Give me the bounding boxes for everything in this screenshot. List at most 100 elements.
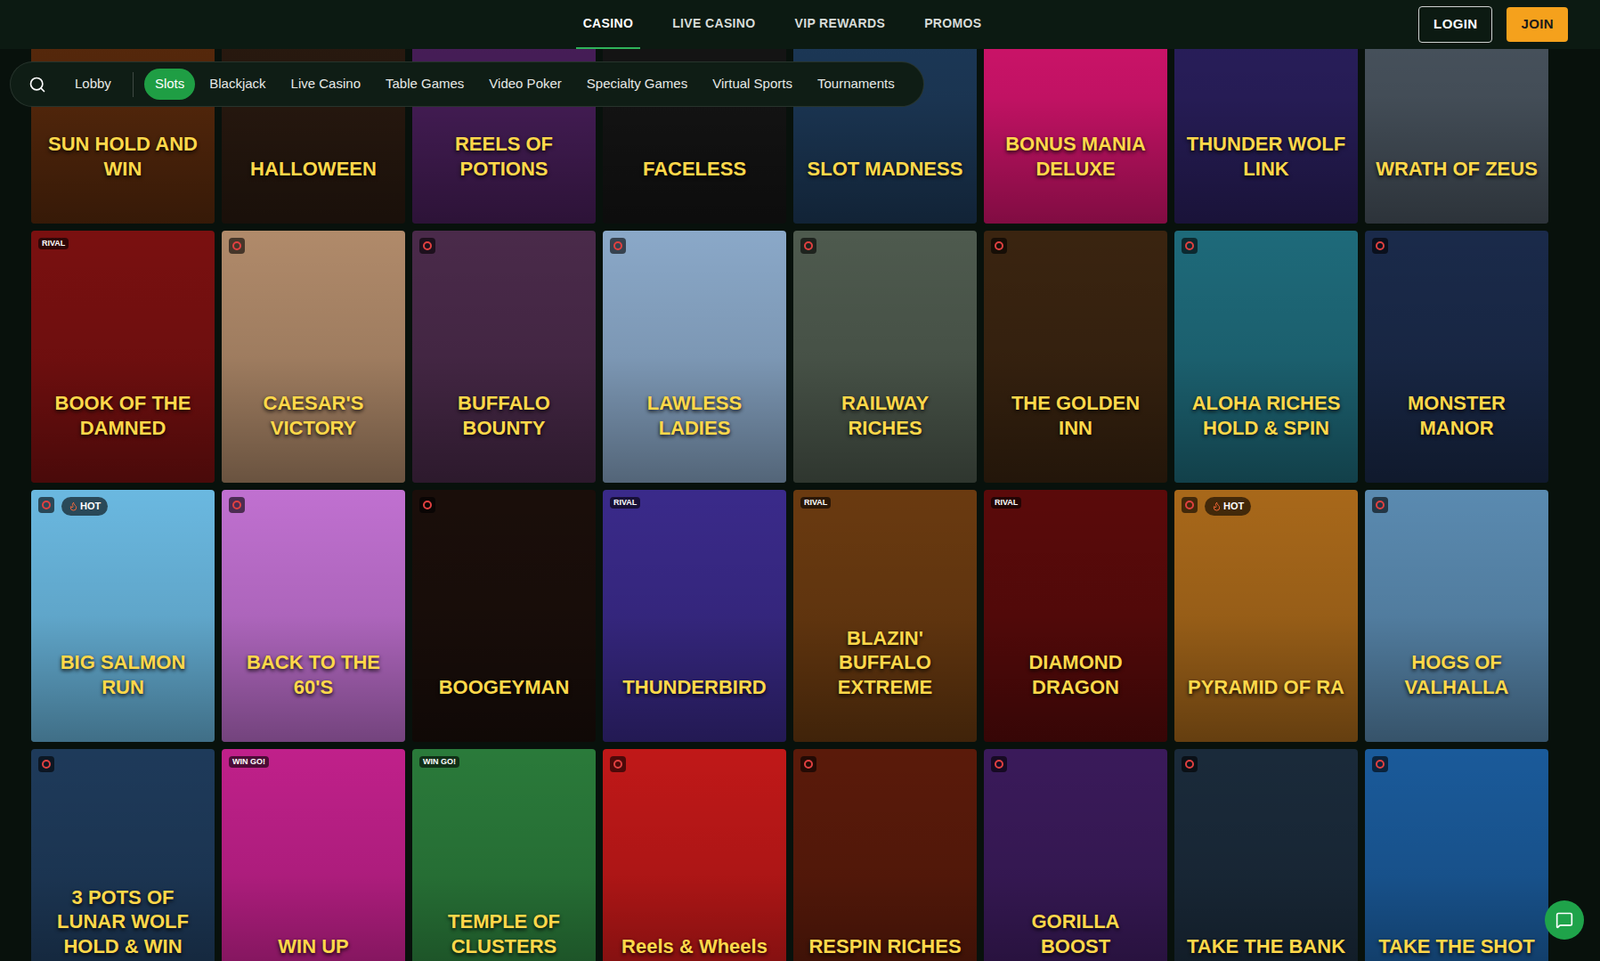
tile-title-area: BACK TO THE 60'S — [221, 489, 406, 742]
tile-title-area: BLAZIN' BUFFALO EXTREME — [793, 489, 977, 742]
game-title: SUN HOLD AND WIN — [41, 131, 204, 181]
tile-shade — [1364, 748, 1549, 961]
provider-logo-icon — [609, 237, 626, 254]
login-button[interactable]: LOGIN — [1418, 6, 1493, 43]
game-tile[interactable]: TAKE THE BANK — [1174, 748, 1358, 961]
provider-logo-icon — [38, 496, 55, 513]
tile-title-area: LAWLESS LADIES — [602, 230, 787, 483]
filter-tab[interactable]: Virtual Sports — [701, 68, 804, 100]
join-button[interactable]: JOIN — [1506, 7, 1568, 42]
tile-shade — [1364, 48, 1549, 224]
filter-tab[interactable]: Specialty Games — [576, 68, 699, 100]
game-title: THUNDER WOLF LINK — [1185, 131, 1348, 181]
game-tile[interactable]: RESPIN RICHES — [793, 748, 977, 961]
game-tile[interactable]: TAKE THE SHOT — [1364, 748, 1549, 961]
hot-badge: HOT — [61, 496, 108, 516]
game-title: BLAZIN' BUFFALO EXTREME — [804, 625, 967, 700]
game-tile[interactable]: BUFFALO BOUNTY — [412, 230, 596, 483]
flame-icon — [1211, 501, 1222, 512]
tile-title-area: GORILLA BOOST — [983, 748, 1168, 961]
game-tile[interactable]: WRATH OF ZEUS — [1364, 48, 1549, 224]
tile-title-area: BIG SALMON RUN — [31, 489, 215, 742]
casino-page: CASINO LIVE CASINO VIP REWARDS PROMOS LOGIN J… — [0, 0, 1600, 961]
game-title: PYRAMID OF RA — [1187, 674, 1345, 700]
tile-shade — [793, 489, 977, 742]
game-title: BONUS MANIA DELUXE — [994, 131, 1157, 181]
game-tile[interactable]: HOGS OF VALHALLA — [1364, 489, 1549, 742]
provider-logo-icon — [990, 237, 1008, 254]
game-title: CAESAR'S VICTORY — [232, 390, 395, 440]
chat-icon — [1555, 910, 1574, 929]
tile-shade — [1174, 230, 1358, 483]
game-tile[interactable]: CAESAR'S VICTORY — [221, 230, 406, 483]
top-nav: CASINO LIVE CASINO VIP REWARDS PROMOS LOGIN J… — [0, 0, 1600, 49]
filter-tab[interactable]: Live Casino — [280, 68, 372, 100]
game-tile[interactable]: TEMPLE OF CLUSTERSWIN GO! — [412, 748, 596, 961]
game-title: TAKE THE BANK — [1186, 934, 1346, 959]
game-title: 3 POTS OF LUNAR WOLF HOLD & WIN — [41, 885, 204, 959]
game-tile[interactable]: Reels & Wheels — [602, 748, 787, 961]
game-title: WIN UP — [277, 934, 349, 959]
nav-link[interactable]: PROMOS — [917, 0, 989, 49]
filter-tab[interactable]: Blackjack — [198, 68, 277, 100]
provider-logo-icon — [1372, 237, 1389, 254]
game-title: HALLOWEEN — [250, 156, 377, 182]
nav-link[interactable]: CASINO — [576, 0, 642, 49]
game-title: WRATH OF ZEUS — [1375, 156, 1538, 182]
game-tile[interactable]: THUNDER WOLF LINK — [1174, 48, 1358, 224]
game-tile[interactable]: LAWLESS LADIES — [602, 230, 787, 483]
game-tile[interactable]: MONSTER MANOR — [1364, 230, 1549, 483]
chat-button[interactable] — [1544, 900, 1584, 940]
filter-tab[interactable]: Slots — [144, 68, 195, 100]
filter-tab[interactable]: Table Games — [374, 68, 475, 100]
game-tile[interactable]: WIN UPWIN GO! — [221, 748, 406, 961]
game-tile[interactable]: DIAMOND DRAGONRIVAL — [983, 489, 1168, 742]
game-grid: SUN HOLD AND WINHALLOWEENREELS OF POTION… — [31, 48, 1549, 961]
provider-logo-icon — [800, 237, 817, 254]
game-tile[interactable]: PYRAMID OF RAHOT — [1174, 489, 1358, 742]
game-title: BUFFALO BOUNTY — [422, 390, 585, 440]
tile-title-area: Reels & Wheels — [602, 748, 787, 961]
provider-badge: RIVAL — [990, 496, 1022, 509]
provider-logo-icon — [228, 237, 245, 254]
nav-link[interactable]: VIP REWARDS — [787, 0, 894, 49]
game-tile[interactable]: BOOGEYMAN — [412, 489, 596, 742]
search-icon[interactable] — [28, 75, 47, 94]
game-title: THE GOLDEN INN — [994, 390, 1157, 440]
provider-logo-icon — [38, 755, 55, 772]
game-tile[interactable]: BIG SALMON RUNHOT — [31, 489, 215, 742]
game-tile[interactable]: THE GOLDEN INN — [983, 230, 1168, 483]
game-tile[interactable]: BACK TO THE 60'S — [221, 489, 406, 742]
game-tile[interactable]: 3 POTS OF LUNAR WOLF HOLD & WIN — [31, 748, 215, 961]
tile-title-area: ALOHA RICHES HOLD & SPIN — [1174, 230, 1358, 483]
game-tile[interactable]: BOOK OF THE DAMNEDRIVAL — [31, 230, 215, 483]
game-tile[interactable]: RAILWAY RICHES — [793, 230, 977, 483]
game-title: FACELESS — [642, 156, 747, 182]
nav-link[interactable]: LIVE CASINO — [665, 0, 763, 49]
tile-title-area: HOGS OF VALHALLA — [1364, 489, 1549, 742]
tile-title-area: BOOGEYMAN — [412, 489, 596, 742]
filter-tab[interactable]: Tournaments — [806, 68, 906, 100]
provider-logo-icon — [1181, 496, 1198, 513]
provider-badge: RIVAL — [800, 496, 831, 509]
game-tile[interactable]: BLAZIN' BUFFALO EXTREME RIVAL — [793, 489, 977, 742]
provider-logo-icon — [1372, 496, 1389, 513]
filter-tab[interactable]: Video Poker — [478, 68, 572, 100]
tile-shade — [983, 230, 1168, 483]
game-tile[interactable]: BONUS MANIA DELUXE — [983, 48, 1168, 224]
tile-shade — [31, 489, 215, 742]
tile-title-area: RESPIN RICHES — [793, 748, 977, 961]
game-tile[interactable]: THUNDERBIRDRIVAL — [602, 489, 787, 742]
game-tile[interactable]: GORILLA BOOST — [983, 748, 1168, 961]
provider-badge: RIVAL — [609, 496, 641, 509]
tile-title-area: TEMPLE OF CLUSTERS — [412, 748, 596, 961]
filter-tab[interactable]: Lobby — [64, 68, 122, 100]
tile-shade — [412, 230, 596, 483]
tile-title-area: PYRAMID OF RA — [1174, 489, 1358, 742]
tile-title-area: THUNDER WOLF LINK — [1174, 48, 1358, 224]
game-tile[interactable]: ALOHA RICHES HOLD & SPIN — [1174, 230, 1358, 483]
tile-shade — [1174, 748, 1358, 961]
tile-shade — [1364, 489, 1549, 742]
tile-title-area: MONSTER MANOR — [1364, 230, 1549, 483]
game-title: RESPIN RICHES — [808, 934, 961, 959]
